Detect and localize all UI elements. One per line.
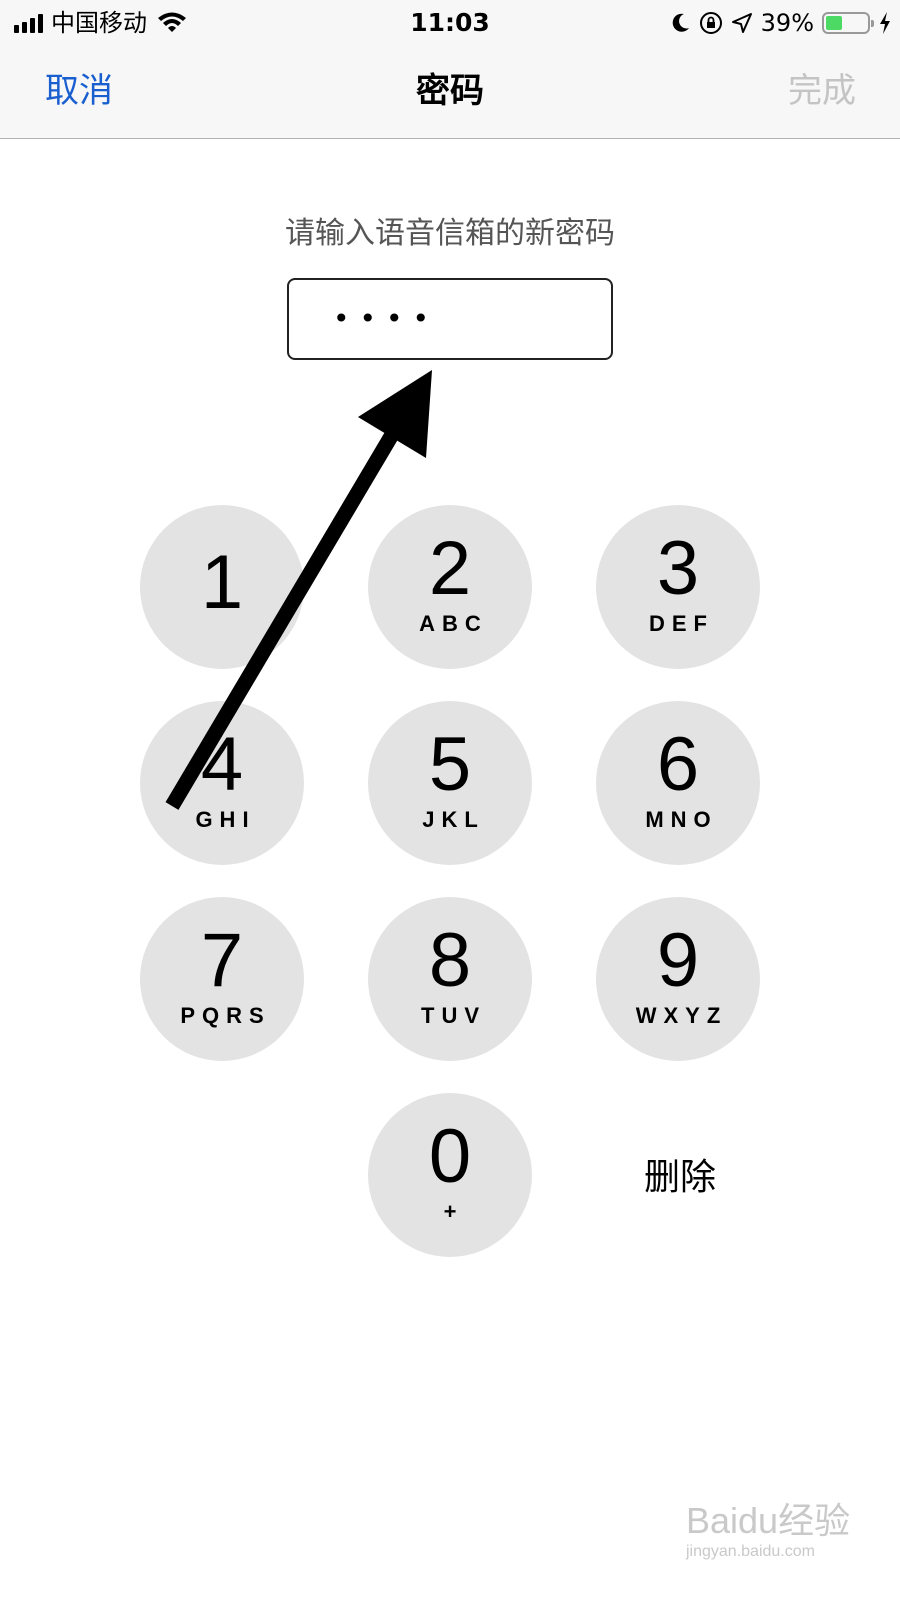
watermark-logo: Baidu经验 jingyan.baidu.com [686,1500,886,1562]
watermark-url: jingyan.baidu.com [686,1543,815,1560]
annotation-arrow-icon [165,370,432,810]
watermark-main: Baidu经验 [686,1500,851,1541]
